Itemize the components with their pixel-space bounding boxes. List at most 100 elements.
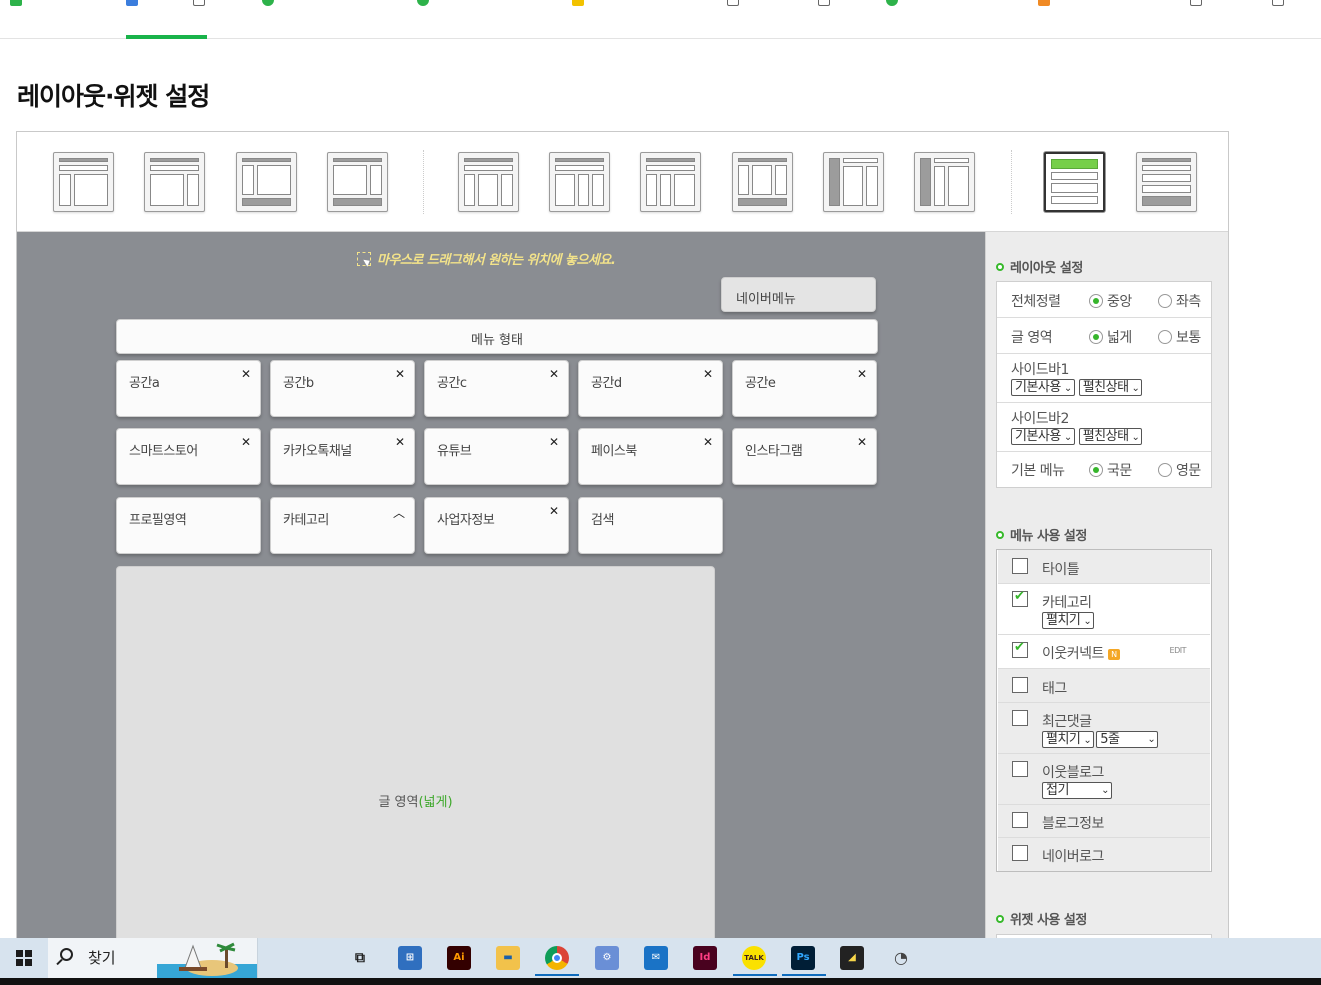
app-icon[interactable]: ◔ <box>889 946 913 970</box>
widget-label: 인스타그램 <box>745 444 803 459</box>
content-wide-radio[interactable]: 넓게 <box>1089 327 1132 347</box>
bookmark[interactable] <box>126 0 138 6</box>
neighbor-blog-display-select[interactable]: 접기 ⌄ <box>1042 782 1112 799</box>
layout-option-7[interactable] <box>640 152 701 212</box>
indesign-icon[interactable]: Id <box>693 946 717 970</box>
bookmark[interactable] <box>818 0 830 6</box>
bookmark[interactable] <box>262 0 274 6</box>
close-icon[interactable]: ✕ <box>857 435 867 449</box>
bookmark[interactable] <box>417 0 429 6</box>
layout-option-10[interactable] <box>914 152 975 212</box>
widget-smartstore[interactable]: 스마트스토어 ✕ <box>116 428 261 485</box>
layout-option-2[interactable] <box>144 152 205 212</box>
blog-info-checkbox[interactable] <box>1012 812 1028 828</box>
sidebar1-state-select[interactable]: 펼친상태 ⌄ <box>1078 379 1143 396</box>
widget-search[interactable]: 검색 <box>578 497 723 554</box>
close-icon[interactable]: ✕ <box>703 435 713 449</box>
bookmark[interactable] <box>1038 0 1050 6</box>
windows-start-icon[interactable] <box>16 950 32 966</box>
bookmark[interactable] <box>1190 0 1202 6</box>
layout-option-4[interactable] <box>327 152 388 212</box>
recent-comments-display-select[interactable]: 펼치기 ⌄ <box>1042 731 1095 748</box>
close-icon[interactable]: ✕ <box>703 367 713 381</box>
naver-menu-widget[interactable]: 네이버메뉴 <box>721 277 876 312</box>
neighbor-blog-checkbox[interactable] <box>1012 761 1028 777</box>
mail-icon[interactable]: ✉ <box>644 946 668 970</box>
layout-option-9[interactable] <box>823 152 884 212</box>
close-icon[interactable]: ✕ <box>549 504 559 518</box>
running-indicator <box>535 974 579 976</box>
category-checkbox[interactable] <box>1012 589 1028 607</box>
widget-space-a[interactable]: 공간a ✕ <box>116 360 261 417</box>
recent-comments-checkbox[interactable] <box>1012 710 1028 726</box>
sticky-notes-icon[interactable]: ◢ <box>840 946 864 970</box>
category-display-select[interactable]: 펼치기 ⌄ <box>1042 612 1095 629</box>
menu-item-neighbor-connect: 이웃커넥트 NEDIT <box>998 635 1210 669</box>
taskbar-search[interactable]: 찾기 <box>48 938 258 978</box>
layout-option-6[interactable] <box>549 152 610 212</box>
sidebar1-use-select[interactable]: 기본사용 ⌄ <box>1011 379 1075 396</box>
widget-business-info[interactable]: 사업자정보 ✕ <box>424 497 569 554</box>
widget-instagram[interactable]: 인스타그램 ✕ <box>732 428 877 485</box>
bookmark[interactable] <box>572 0 584 6</box>
tag-checkbox[interactable] <box>1012 677 1028 693</box>
menu-item-recent-comments: 최근댓글 펼치기 ⌄ 5줄 ⌄ <box>998 703 1210 754</box>
bookmark[interactable] <box>10 0 22 6</box>
close-icon[interactable]: ✕ <box>241 435 251 449</box>
bookmark[interactable] <box>1272 0 1284 6</box>
close-icon[interactable]: ✕ <box>549 435 559 449</box>
close-icon[interactable]: ✕ <box>395 435 405 449</box>
layout-option-3[interactable] <box>236 152 297 212</box>
chrome-icon[interactable] <box>545 946 569 970</box>
file-explorer-icon[interactable]: ▬ <box>496 946 520 970</box>
title-checkbox[interactable] <box>1012 558 1028 574</box>
close-icon[interactable]: ✕ <box>241 367 251 381</box>
align-center-radio[interactable]: 중앙 <box>1089 291 1132 311</box>
widget-profile[interactable]: 프로필영역 <box>116 497 261 554</box>
layout-option-1[interactable] <box>53 152 114 212</box>
close-icon[interactable]: ✕ <box>549 367 559 381</box>
neighbor-connect-checkbox[interactable] <box>1012 640 1028 658</box>
widget-space-b[interactable]: 공간b ✕ <box>270 360 415 417</box>
widget-facebook[interactable]: 페이스북 ✕ <box>578 428 723 485</box>
settings-icon[interactable]: ⚙ <box>595 946 619 970</box>
content-normal-radio[interactable]: 보통 <box>1158 327 1201 347</box>
task-view-icon[interactable]: ⧉ <box>348 946 372 970</box>
bookmark[interactable] <box>886 0 898 6</box>
layout-option-5[interactable] <box>458 152 519 212</box>
naver-log-checkbox[interactable] <box>1012 845 1028 861</box>
widget-youtube[interactable]: 유튜브 ✕ <box>424 428 569 485</box>
bookmark[interactable] <box>727 0 739 6</box>
align-left-radio[interactable]: 좌측 <box>1158 291 1201 311</box>
photoshop-icon[interactable]: Ps <box>791 946 815 970</box>
bookmark[interactable] <box>193 0 205 6</box>
search-icon <box>60 948 73 961</box>
menu-korean-radio[interactable]: 국문 <box>1089 460 1132 480</box>
sidebar2-state-select[interactable]: 펼친상태 ⌄ <box>1078 428 1143 445</box>
widget-space-e[interactable]: 공간e ✕ <box>732 360 877 417</box>
illustrator-icon[interactable]: Ai <box>447 946 471 970</box>
layout-option-12[interactable] <box>1136 152 1197 212</box>
menu-item-blog-info: 블로그정보 <box>998 805 1210 838</box>
recent-comments-lines-select[interactable]: 5줄 ⌄ <box>1096 731 1159 748</box>
edit-link[interactable]: EDIT <box>1170 646 1187 655</box>
bullet-icon <box>996 914 1004 923</box>
kakaotalk-icon[interactable]: TALK <box>742 946 766 970</box>
widget-label: 페이스북 <box>591 444 637 459</box>
store-icon[interactable]: ⊞ <box>398 946 422 970</box>
menu-bar-widget[interactable]: 메뉴 형태 <box>116 319 878 354</box>
close-icon[interactable]: ✕ <box>857 367 867 381</box>
widget-kakao-channel[interactable]: 카카오톡채널 ✕ <box>270 428 415 485</box>
layout-option-8[interactable] <box>732 152 793 212</box>
content-area[interactable]: 글 영역(넓게) <box>116 566 715 966</box>
widget-category[interactable]: 카테고리 ︿ <box>270 497 415 554</box>
widget-space-d[interactable]: 공간d ✕ <box>578 360 723 417</box>
align-label: 전체정렬 <box>1011 294 1061 310</box>
chevron-up-icon[interactable]: ︿ <box>393 504 405 521</box>
menu-english-radio[interactable]: 영문 <box>1158 460 1201 480</box>
menu-item-naver-log: 네이버로그 <box>998 838 1210 871</box>
sidebar2-use-select[interactable]: 기본사용 ⌄ <box>1011 428 1075 445</box>
widget-space-c[interactable]: 공간c ✕ <box>424 360 569 417</box>
layout-option-11-selected[interactable] <box>1044 152 1105 212</box>
close-icon[interactable]: ✕ <box>395 367 405 381</box>
